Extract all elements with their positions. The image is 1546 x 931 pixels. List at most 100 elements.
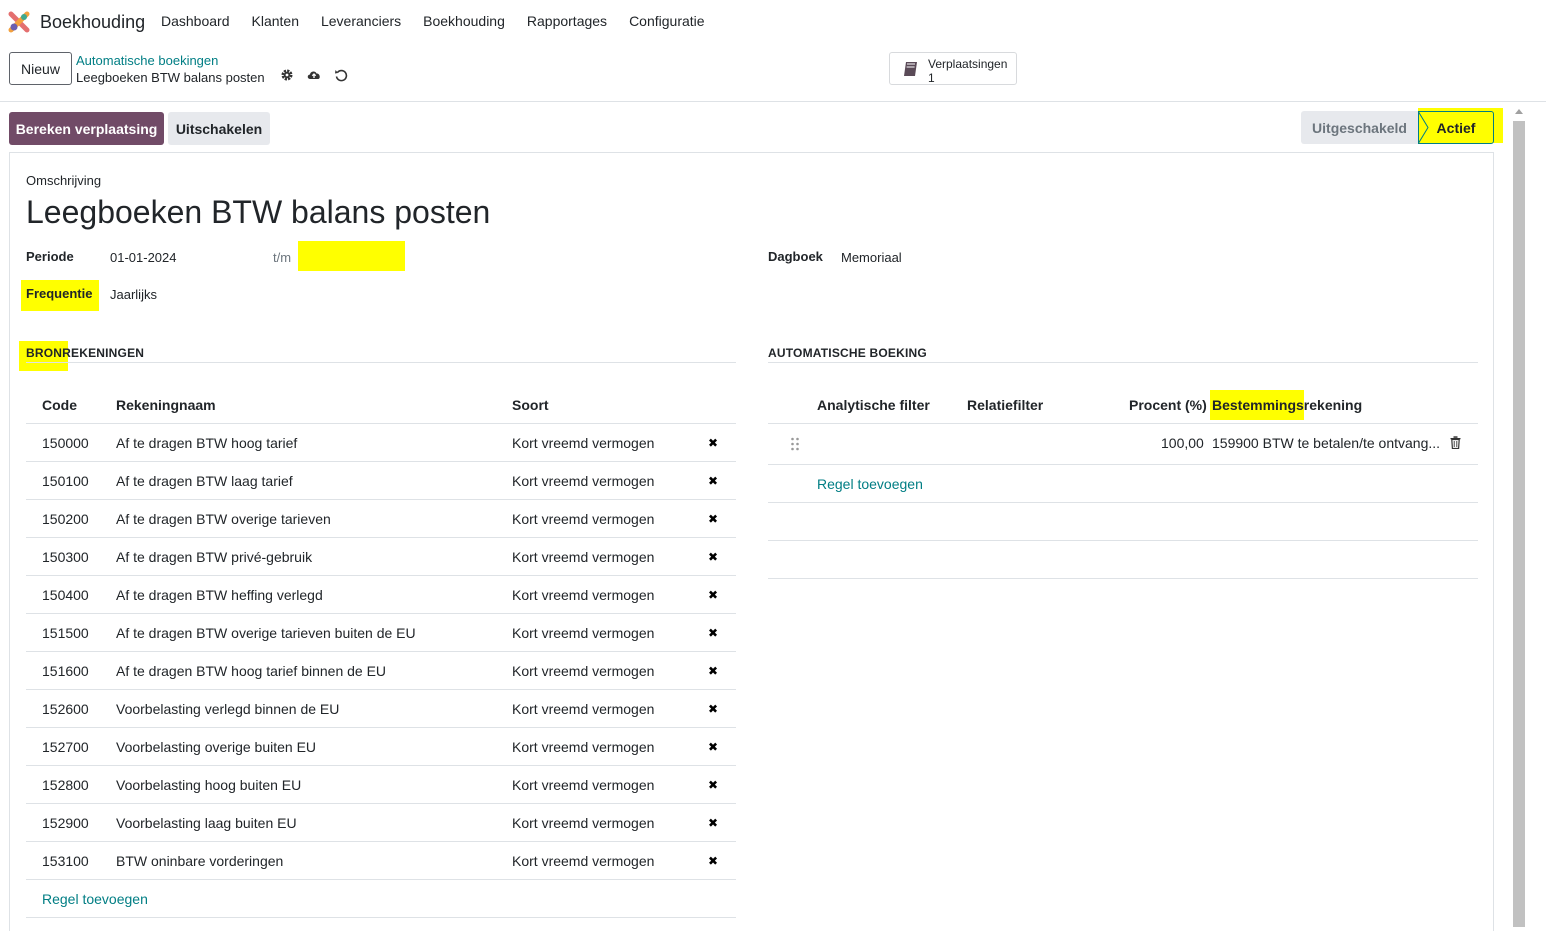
booking-add-line[interactable]: Regel toevoegen: [817, 476, 923, 492]
source-account-name[interactable]: Af te dragen BTW privé-gebruik: [116, 549, 312, 565]
journal-field[interactable]: Memoriaal: [841, 250, 902, 265]
col-analytic-filter[interactable]: Analytische filter: [817, 397, 930, 413]
source-account-name[interactable]: Af te dragen BTW heffing verlegd: [116, 587, 323, 603]
table-row-divider: [26, 499, 736, 500]
trash-icon[interactable]: [1450, 436, 1461, 449]
divider: [768, 502, 1478, 503]
remove-icon[interactable]: ✖: [708, 778, 718, 792]
source-account-name[interactable]: Voorbelasting laag buiten EU: [116, 815, 297, 831]
sources-add-line[interactable]: Regel toevoegen: [42, 891, 148, 907]
source-code[interactable]: 151600: [42, 663, 89, 679]
source-type[interactable]: Kort vreemd vermogen: [512, 549, 654, 565]
source-account-name[interactable]: Af te dragen BTW laag tarief: [116, 473, 293, 489]
source-account-name[interactable]: BTW oninbare vorderingen: [116, 853, 283, 869]
source-type[interactable]: Kort vreemd vermogen: [512, 853, 654, 869]
source-code[interactable]: 151500: [42, 625, 89, 641]
book-icon: [904, 62, 917, 76]
col-account-name[interactable]: Rekeningnaam: [116, 397, 216, 413]
remove-icon[interactable]: ✖: [708, 740, 718, 754]
divider: [26, 917, 736, 918]
disable-button[interactable]: Uitschakelen: [168, 112, 270, 145]
source-account-name[interactable]: Af te dragen BTW hoog tarief: [116, 435, 297, 451]
source-type[interactable]: Kort vreemd vermogen: [512, 663, 654, 679]
app-name[interactable]: Boekhouding: [40, 12, 145, 33]
menu-dashboard[interactable]: Dashboard: [150, 13, 241, 29]
booking-account[interactable]: 159900 BTW te betalen/te ontvang...: [1212, 435, 1440, 451]
table-row-divider: [26, 613, 736, 614]
compute-move-button[interactable]: Bereken verplaatsing: [9, 112, 164, 145]
source-code[interactable]: 150000: [42, 435, 89, 451]
col-destination-account[interactable]: Bestemmingsrekening: [1212, 397, 1362, 413]
undo-icon[interactable]: [334, 68, 348, 82]
scroll-up-icon[interactable]: [1515, 109, 1523, 114]
source-code[interactable]: 152600: [42, 701, 89, 717]
menu-rapportages[interactable]: Rapportages: [516, 13, 618, 29]
menu-configuratie[interactable]: Configuratie: [618, 13, 716, 29]
remove-icon[interactable]: ✖: [708, 702, 718, 716]
table-row-divider: [26, 651, 736, 652]
source-type[interactable]: Kort vreemd vermogen: [512, 777, 654, 793]
source-type[interactable]: Kort vreemd vermogen: [512, 815, 654, 831]
moves-smart-button[interactable]: Verplaatsingen 1: [889, 52, 1017, 85]
source-code[interactable]: 150300: [42, 549, 89, 565]
state-active[interactable]: Actief: [1418, 111, 1494, 144]
frequency-field[interactable]: Jaarlijks: [110, 287, 157, 302]
gear-icon[interactable]: [280, 68, 294, 82]
menu-leveranciers[interactable]: Leveranciers: [310, 13, 412, 29]
breadcrumb-current: Leegboeken BTW balans posten: [76, 70, 265, 85]
remove-icon[interactable]: ✖: [708, 474, 718, 488]
record-title[interactable]: Leegboeken BTW balans posten: [26, 194, 490, 231]
remove-icon[interactable]: ✖: [708, 816, 718, 830]
app-logo-icon[interactable]: [8, 11, 30, 33]
source-account-name[interactable]: Voorbelasting hoog buiten EU: [116, 777, 301, 793]
source-code[interactable]: 152800: [42, 777, 89, 793]
source-code[interactable]: 153100: [42, 853, 89, 869]
drag-handle-icon[interactable]: [790, 437, 800, 451]
source-code[interactable]: 152900: [42, 815, 89, 831]
source-type[interactable]: Kort vreemd vermogen: [512, 435, 654, 451]
remove-icon[interactable]: ✖: [708, 626, 718, 640]
remove-icon[interactable]: ✖: [708, 588, 718, 602]
source-type[interactable]: Kort vreemd vermogen: [512, 739, 654, 755]
state-disabled[interactable]: Uitgeschakeld: [1301, 111, 1418, 144]
col-type[interactable]: Soort: [512, 397, 549, 413]
source-type[interactable]: Kort vreemd vermogen: [512, 473, 654, 489]
source-type[interactable]: Kort vreemd vermogen: [512, 701, 654, 717]
source-account-name[interactable]: Voorbelasting verlegd binnen de EU: [116, 701, 339, 717]
col-partner-filter[interactable]: Relatiefilter: [967, 397, 1043, 413]
source-account-name[interactable]: Af te dragen BTW hoog tarief binnen de E…: [116, 663, 386, 679]
source-code[interactable]: 150400: [42, 587, 89, 603]
control-panel: Nieuw Automatische boekingen Leegboeken …: [0, 44, 1546, 102]
source-code[interactable]: 150100: [42, 473, 89, 489]
vertical-scrollbar[interactable]: [1510, 103, 1528, 931]
remove-icon[interactable]: ✖: [708, 854, 718, 868]
top-navbar: Boekhouding Dashboard Klanten Leverancie…: [0, 0, 1546, 44]
source-account-name[interactable]: Voorbelasting overige buiten EU: [116, 739, 316, 755]
cloud-upload-icon[interactable]: [306, 68, 322, 82]
scroll-thumb[interactable]: [1513, 121, 1525, 927]
divider: [768, 540, 1478, 541]
divider: [768, 578, 1478, 579]
booking-percent[interactable]: 100,00: [1161, 435, 1204, 451]
source-account-name[interactable]: Af te dragen BTW overige tarieven: [116, 511, 331, 527]
source-type[interactable]: Kort vreemd vermogen: [512, 625, 654, 641]
remove-icon[interactable]: ✖: [708, 512, 718, 526]
source-type[interactable]: Kort vreemd vermogen: [512, 587, 654, 603]
col-code[interactable]: Code: [42, 397, 77, 413]
col-percent[interactable]: Procent (%): [1129, 397, 1207, 413]
remove-icon[interactable]: ✖: [708, 436, 718, 450]
breadcrumb-parent[interactable]: Automatische boekingen: [76, 53, 218, 68]
remove-icon[interactable]: ✖: [708, 550, 718, 564]
period-from-field[interactable]: 01-01-2024: [110, 250, 177, 265]
remove-icon[interactable]: ✖: [708, 664, 718, 678]
menu-boekhouding[interactable]: Boekhouding: [412, 13, 516, 29]
table-row-divider: [26, 575, 736, 576]
source-code[interactable]: 152700: [42, 739, 89, 755]
source-type[interactable]: Kort vreemd vermogen: [512, 511, 654, 527]
period-to-field[interactable]: [298, 241, 405, 271]
source-account-name[interactable]: Af te dragen BTW overige tarieven buiten…: [116, 625, 416, 641]
new-button[interactable]: Nieuw: [9, 52, 72, 85]
menu-klanten[interactable]: Klanten: [241, 13, 310, 29]
table-row-divider: [26, 879, 736, 880]
source-code[interactable]: 150200: [42, 511, 89, 527]
